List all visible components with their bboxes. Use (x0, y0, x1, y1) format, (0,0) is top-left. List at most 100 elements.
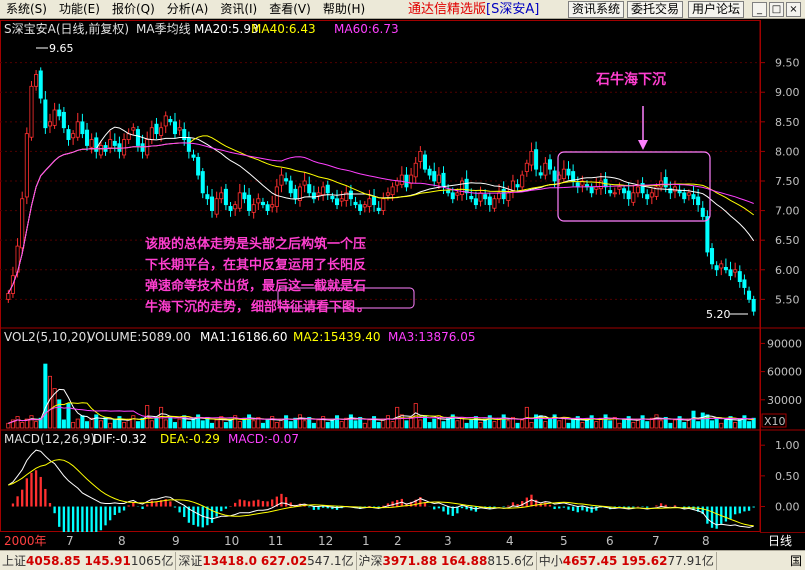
candle (376, 201, 381, 215)
annotation-body: 该股的总体走势是头部之后构筑一个压 下长期平台，在其中反复运用了长阳反 弹速命等… (145, 234, 465, 318)
candle-body (6, 293, 11, 300)
candle-body (57, 109, 62, 117)
candle (149, 120, 154, 145)
forum-button[interactable]: 用户论坛 (688, 1, 745, 18)
menu-help[interactable]: 帮助(H) (317, 0, 371, 18)
index-hs[interactable]: 沪深3971.88 164.88815.6亿 (357, 551, 537, 570)
candle-body (478, 192, 483, 202)
candle (473, 191, 478, 210)
menu-view[interactable]: 查看(V) (263, 0, 317, 18)
candle (483, 189, 488, 205)
candle (57, 103, 62, 121)
candle-body (135, 129, 140, 146)
price-tick-label: 9.00 (775, 86, 800, 99)
volume-indicator-name: VOL2(5,10,20) (4, 330, 91, 344)
candle (191, 149, 196, 161)
annotation-title: 石牛海下沉 (596, 72, 666, 88)
candle-body (177, 127, 182, 131)
volume-tick-label: 90000 (767, 337, 802, 350)
index-sz[interactable]: 深证13418.0 627.02547.1亿 (176, 551, 357, 570)
menu-quote[interactable]: 报价(Q) (106, 0, 161, 18)
volume-bar (112, 419, 117, 429)
candle-body (501, 188, 506, 200)
candle-body (75, 121, 80, 138)
volume-bar (432, 418, 437, 429)
candle-body (274, 186, 279, 207)
candle (214, 191, 219, 218)
vol-ma2-value: MA2:15439.40 (293, 330, 381, 344)
menu-info[interactable]: 资讯(I) (214, 0, 263, 18)
macd-histogram (11, 470, 755, 532)
info-system-button[interactable]: 资讯系统 (568, 1, 625, 18)
candle (358, 200, 363, 216)
candle (409, 167, 414, 189)
menu-analysis[interactable]: 分析(A) (161, 0, 215, 18)
candle-body (154, 123, 159, 135)
candle-body (404, 174, 409, 188)
trade-button[interactable]: 委托交易 (627, 1, 684, 18)
candle-body (418, 151, 423, 162)
candle-body (256, 198, 261, 204)
candle (422, 150, 428, 173)
candle-body (446, 190, 451, 194)
volume-bar (214, 419, 219, 429)
candle (719, 260, 724, 276)
volume-bar (237, 421, 242, 429)
volume-bar (390, 421, 395, 429)
candle-body (719, 263, 724, 269)
app-brand: 通达信精选版[S深安A] (408, 1, 539, 18)
low-marker: 5.20 (706, 308, 731, 321)
candle (122, 133, 127, 159)
candle (399, 166, 404, 189)
candle-body (497, 192, 502, 200)
high-marker: 9.65 (49, 42, 74, 55)
candle (71, 130, 76, 145)
candle (108, 130, 113, 154)
candle (52, 102, 57, 129)
candle-body (617, 186, 622, 190)
volume-bar (260, 422, 265, 429)
candle-body (112, 140, 117, 146)
candle-body (436, 174, 441, 184)
candle-body (140, 143, 145, 152)
period-tab-daily[interactable]: 日线 (768, 533, 792, 549)
candle (691, 185, 696, 205)
macd-axis: 1.00 0.50 0.00 (760, 439, 800, 514)
candle (478, 186, 483, 207)
candle-body (89, 139, 94, 148)
candle (510, 174, 515, 199)
candle-body (635, 186, 640, 194)
index-zx[interactable]: 中小4657.45 195.6277.91亿 (537, 551, 717, 570)
candle-body (529, 151, 534, 166)
price-tick-label: 6.00 (775, 264, 800, 277)
volume-bar (108, 422, 113, 429)
candle (209, 188, 215, 218)
menu-system[interactable]: 系统(S) (0, 0, 53, 18)
candle-body (330, 195, 335, 200)
candle (288, 175, 293, 198)
close-button[interactable]: × (786, 2, 801, 17)
candle-body (399, 174, 404, 185)
candle (520, 170, 525, 192)
maximize-button[interactable]: □ (769, 2, 784, 17)
candle-body (492, 198, 497, 209)
volume-bar (200, 420, 205, 429)
price-tick-label: 7.50 (775, 175, 800, 188)
volume-bar (334, 415, 340, 429)
minimize-button[interactable]: _ (752, 2, 767, 17)
macd-indicator-name: MACD(12,26,9) (4, 432, 95, 446)
date-axis-label: 9 (172, 534, 180, 548)
candle-body (598, 180, 603, 190)
candle-body (145, 139, 150, 156)
volume-bar (719, 422, 724, 429)
candle-body (520, 174, 525, 188)
candle-body (649, 192, 654, 198)
candle (751, 295, 756, 316)
menu-function[interactable]: 功能(E) (53, 0, 106, 18)
candle-body (20, 198, 25, 249)
candle (529, 142, 534, 172)
index-sh[interactable]: 上证4058.85 145.911065亿 (0, 551, 177, 570)
volume-bar (418, 419, 423, 429)
candle-body (385, 192, 390, 196)
candle-body (38, 70, 43, 99)
